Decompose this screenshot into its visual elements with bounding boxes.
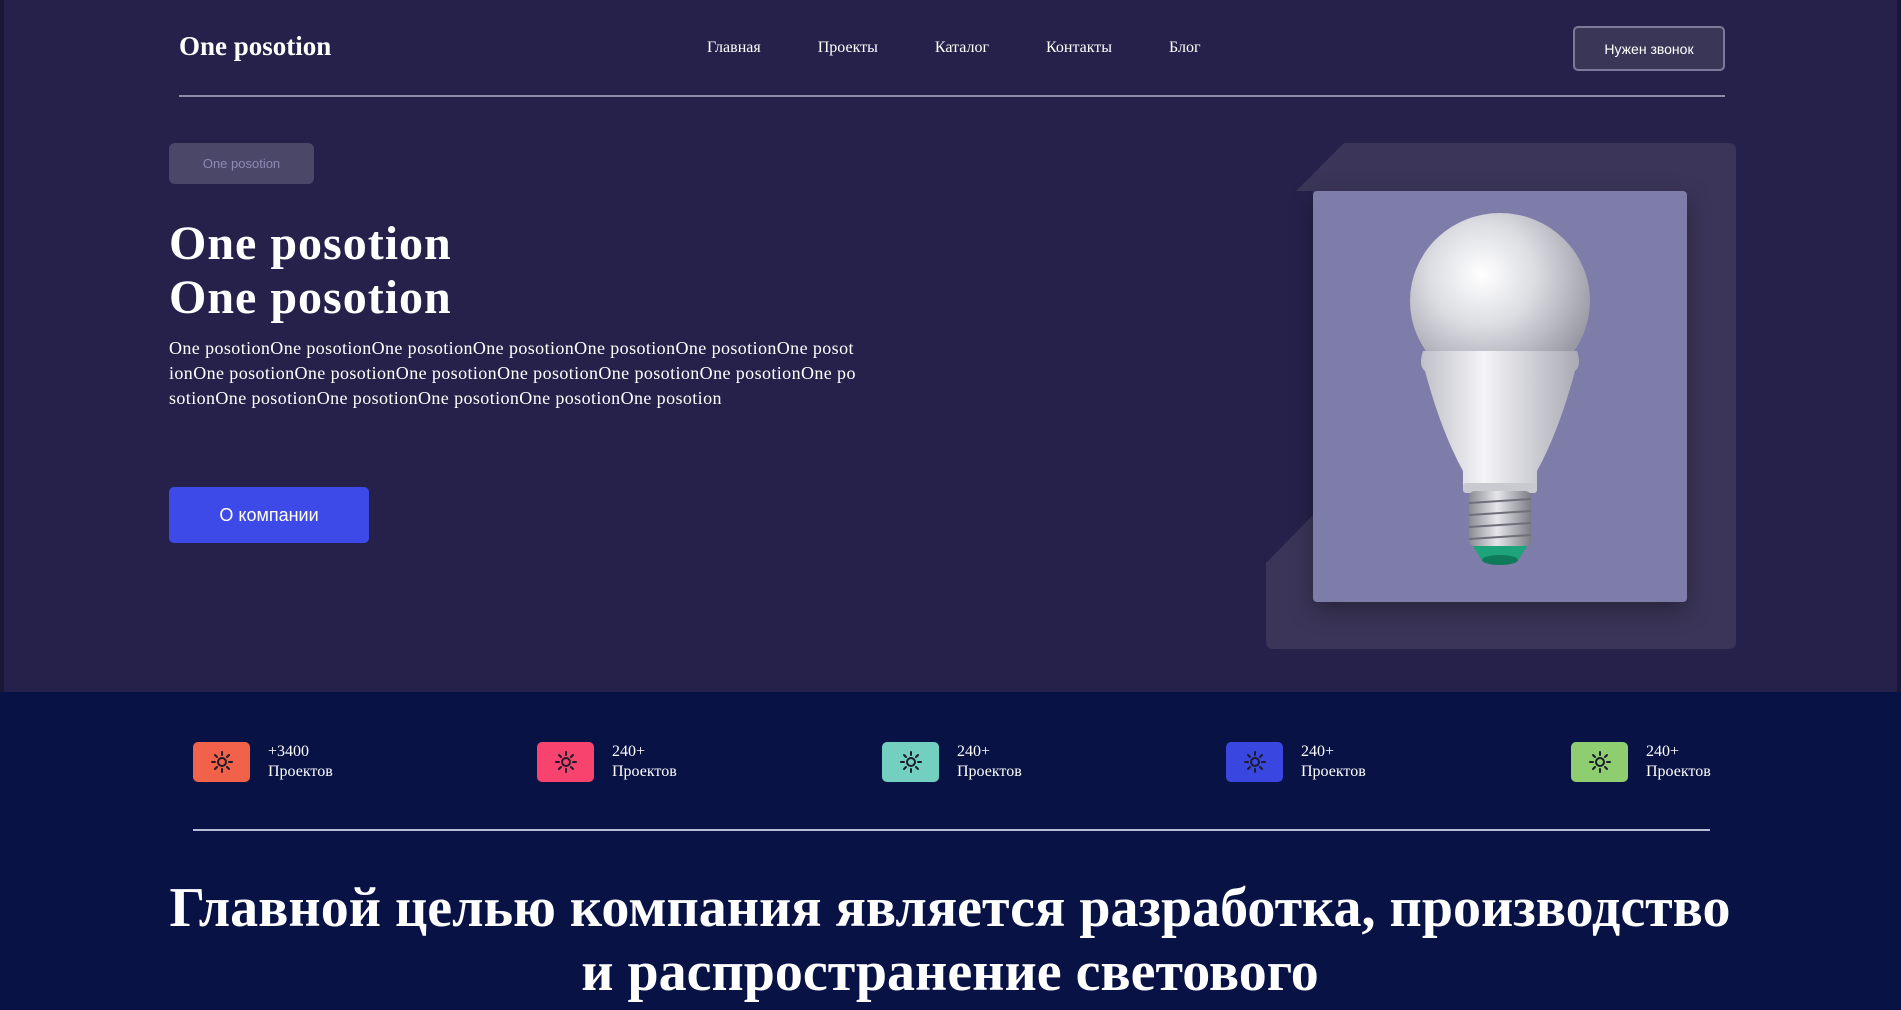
stat-value: 240+ (957, 743, 991, 760)
sun-icon (1588, 751, 1611, 773)
light-bulb-icon (1410, 213, 1590, 565)
stat-item: 240+ Проектов (1226, 742, 1366, 782)
stat-label: Проектов (612, 763, 677, 780)
site-header: One posotion Главная Проекты Каталог Кон… (179, 0, 1725, 96)
stat-item: 240+ Проектов (537, 742, 677, 782)
hero-badge: One posotion (169, 143, 314, 184)
stat-label: Проектов (1301, 763, 1366, 780)
product-image-card (1313, 191, 1687, 602)
hero-title-line-2: One posotion (169, 271, 452, 324)
stat-icon-box (193, 742, 250, 782)
call-request-button[interactable]: Нужен звонок (1573, 26, 1725, 71)
stat-item: +3400 Проектов (193, 742, 333, 782)
sun-icon (554, 751, 577, 773)
hero-title: One posotion One posotion (169, 217, 452, 325)
stat-icon-box (537, 742, 594, 782)
nav-item-blog[interactable]: Блог (1169, 39, 1201, 57)
stat-value: 240+ (1646, 743, 1680, 760)
stat-icon-box (1226, 742, 1283, 782)
stat-label: Проектов (1646, 763, 1711, 780)
nav-item-catalog[interactable]: Каталог (935, 39, 989, 57)
stat-icon-box (1571, 742, 1628, 782)
hero-description: One posotionOne posotionOne posotionOne … (169, 338, 856, 408)
sun-icon (899, 751, 922, 773)
sun-icon (210, 751, 233, 773)
mission-heading: Главной целью компания является разработ… (169, 877, 1731, 1003)
stat-item: 240+ Проектов (1571, 742, 1711, 782)
sun-icon (1243, 751, 1266, 773)
main-nav: Главная Проекты Каталог Контакты Блог (707, 39, 1258, 57)
stat-value: +3400 (268, 743, 310, 760)
stats-divider (193, 829, 1710, 831)
nav-item-contacts[interactable]: Контакты (1046, 39, 1112, 57)
stat-value: 240+ (612, 743, 646, 760)
stat-text: 240+ Проектов (1646, 742, 1711, 782)
hero-title-line-1: One posotion (169, 217, 452, 270)
stat-label: Проектов (268, 763, 333, 780)
stat-text: +3400 Проектов (268, 742, 333, 782)
stat-value: 240+ (1301, 743, 1335, 760)
stat-text: 240+ Проектов (957, 742, 1022, 782)
stat-text: 240+ Проектов (1301, 742, 1366, 782)
stat-icon-box (882, 742, 939, 782)
header-divider (179, 95, 1725, 97)
nav-item-home[interactable]: Главная (707, 39, 761, 57)
stat-text: 240+ Проектов (612, 742, 677, 782)
about-company-button[interactable]: О компании (169, 487, 369, 543)
stat-label: Проектов (957, 763, 1022, 780)
logo[interactable]: One posotion (179, 31, 331, 62)
nav-item-projects[interactable]: Проекты (818, 39, 878, 57)
stat-item: 240+ Проектов (882, 742, 1022, 782)
